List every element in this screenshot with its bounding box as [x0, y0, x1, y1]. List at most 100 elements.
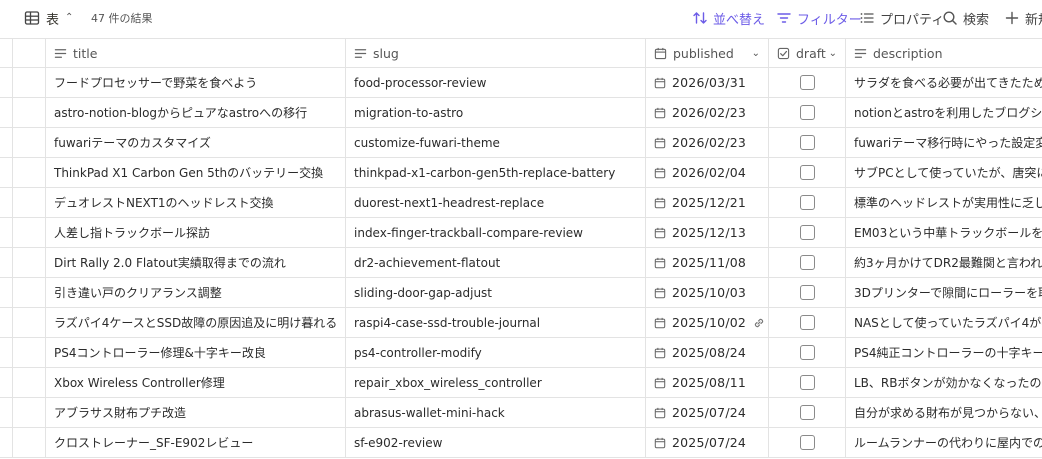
cell-slug[interactable]: food-processor-review [346, 68, 646, 97]
row-handle[interactable] [12, 98, 46, 127]
filter-button[interactable]: フィルター [776, 9, 862, 28]
cell-published[interactable]: 2026/02/23 [646, 128, 769, 157]
cell-slug[interactable]: ps4-controller-modify [346, 338, 646, 367]
cell-slug[interactable]: repair_xbox_wireless_controller [346, 368, 646, 397]
cell-published[interactable]: 2025/10/02 [646, 308, 769, 337]
cell-draft[interactable] [769, 98, 846, 127]
cell-title[interactable]: フードプロセッサーで野菜を食べよう [46, 68, 346, 97]
cell-description[interactable]: サラダを食べる必要が出てきたためフードプロセッサーを導入 [846, 68, 1042, 97]
view-switcher[interactable]: 表 ⌃ [24, 8, 73, 28]
cell-description[interactable]: PS4純正コントローラーの十字キーを3Dプリント [846, 338, 1042, 367]
cell-description[interactable]: NASとして使っていたラズパイ4が不調になった [846, 308, 1042, 337]
draft-checkbox[interactable] [800, 345, 815, 360]
table-row[interactable]: アブラサス財布プチ改造 abrasus-wallet-mini-hack 2025/… [0, 398, 1042, 428]
cell-title[interactable]: ラズパイ4ケースとSSD故障の原因追及に明け暮れる [46, 308, 346, 337]
cell-description[interactable]: fuwariテーマ移行時にやった設定変更 [846, 128, 1042, 157]
cell-draft[interactable] [769, 248, 846, 277]
column-header-slug[interactable]: slug [346, 39, 646, 68]
table-row[interactable]: フードプロセッサーで野菜を食べよう food-processor-review 20… [0, 68, 1042, 98]
cell-draft[interactable] [769, 128, 846, 157]
cell-draft[interactable] [769, 188, 846, 217]
cell-description[interactable]: 約3ヶ月かけてDR2最難関と言われる実績を取得 [846, 248, 1042, 277]
cell-draft[interactable] [769, 368, 846, 397]
cell-published[interactable]: 2025/12/21 [646, 188, 769, 217]
cell-draft[interactable] [769, 218, 846, 247]
cell-published[interactable]: 2025/12/13 [646, 218, 769, 247]
column-header-description[interactable]: description [846, 39, 1042, 68]
cell-published[interactable]: 2026/03/31 [646, 68, 769, 97]
cell-draft[interactable] [769, 278, 846, 307]
table-row[interactable]: PS4コントローラー修理&十字キー改良 ps4-controller-modify… [0, 338, 1042, 368]
properties-button[interactable]: プロパティ [859, 9, 944, 28]
row-handle[interactable] [12, 368, 46, 397]
row-handle[interactable] [12, 248, 46, 277]
chevron-down-icon[interactable]: ⌄ [829, 48, 837, 59]
draft-checkbox[interactable] [800, 315, 815, 330]
draft-checkbox[interactable] [800, 135, 815, 150]
table-row[interactable]: ラズパイ4ケースとSSD故障の原因追及に明け暮れる raspi4-case-ssd… [0, 308, 1042, 338]
table-row[interactable]: astro-notion-blogからピュアなastroへの移行 migratio… [0, 98, 1042, 128]
cell-slug[interactable]: sf-e902-review [346, 428, 646, 457]
row-handle[interactable] [12, 218, 46, 247]
cell-title[interactable]: Xbox Wireless Controller修理 [46, 368, 346, 397]
new-button[interactable]: 新規 [1004, 9, 1042, 28]
table-row[interactable]: クロストレーナー_SF-E902レビュー sf-e902-review 2025/0… [0, 428, 1042, 458]
link-icon[interactable] [752, 316, 766, 330]
cell-title[interactable]: 引き違い戸のクリアランス調整 [46, 278, 346, 307]
row-handle[interactable] [12, 398, 46, 427]
cell-description[interactable]: 標準のヘッドレストが実用性に乏しかったので交換 [846, 188, 1042, 217]
cell-slug[interactable]: customize-fuwari-theme [346, 128, 646, 157]
cell-title[interactable]: デュオレストNEXT1のヘッドレスト交換 [46, 188, 346, 217]
cell-draft[interactable] [769, 338, 846, 367]
cell-description[interactable]: LB、RBボタンが効かなくなったので修理 [846, 368, 1042, 397]
row-handle[interactable] [12, 308, 46, 337]
draft-checkbox[interactable] [800, 195, 815, 210]
sort-button[interactable]: 並べ替え [692, 9, 765, 28]
cell-published[interactable]: 2026/02/23 [646, 98, 769, 127]
cell-published[interactable]: 2026/02/04 [646, 158, 769, 187]
cell-description[interactable]: ルームランナーの代わりに屋内での有酸素運動 [846, 428, 1042, 457]
cell-published[interactable]: 2025/10/03 [646, 278, 769, 307]
cell-description[interactable]: サブPCとして使っていたが、唐突にバッテリーが [846, 158, 1042, 187]
cell-title[interactable]: PS4コントローラー修理&十字キー改良 [46, 338, 346, 367]
cell-draft[interactable] [769, 68, 846, 97]
cell-description[interactable]: 3Dプリンターで隙間にローラーを取り付けた [846, 278, 1042, 307]
cell-published[interactable]: 2025/08/11 [646, 368, 769, 397]
table-row[interactable]: 引き違い戸のクリアランス調整 sliding-door-gap-adjust 202… [0, 278, 1042, 308]
cell-title[interactable]: astro-notion-blogからピュアなastroへの移行 [46, 98, 346, 127]
cell-published[interactable]: 2025/07/24 [646, 428, 769, 457]
cell-slug[interactable]: raspi4-case-ssd-trouble-journal [346, 308, 646, 337]
cell-draft[interactable] [769, 308, 846, 337]
cell-slug[interactable]: migration-to-astro [346, 98, 646, 127]
cell-title[interactable]: アブラサス財布プチ改造 [46, 398, 346, 427]
chevron-down-icon[interactable]: ⌄ [752, 48, 760, 59]
cell-slug[interactable]: abrasus-wallet-mini-hack [346, 398, 646, 427]
row-handle[interactable] [12, 158, 46, 187]
cell-draft[interactable] [769, 428, 846, 457]
table-row[interactable]: ThinkPad X1 Carbon Gen 5thのバッテリー交換 thinkp… [0, 158, 1042, 188]
cell-published[interactable]: 2025/08/24 [646, 338, 769, 367]
cell-draft[interactable] [769, 158, 846, 187]
cell-slug[interactable]: sliding-door-gap-adjust [346, 278, 646, 307]
cell-title[interactable]: Dirt Rally 2.0 Flatout実績取得までの流れ [46, 248, 346, 277]
draft-checkbox[interactable] [800, 225, 815, 240]
draft-checkbox[interactable] [800, 165, 815, 180]
draft-checkbox[interactable] [800, 75, 815, 90]
draft-checkbox[interactable] [800, 435, 815, 450]
cell-description[interactable]: EM03という中華トラックボールを購入したので比較 [846, 218, 1042, 247]
search-button[interactable]: 検索 [942, 9, 989, 28]
table-row[interactable]: デュオレストNEXT1のヘッドレスト交換 duorest-next1-headre… [0, 188, 1042, 218]
cell-published[interactable]: 2025/07/24 [646, 398, 769, 427]
table-row[interactable]: fuwariテーマのカスタマイズ customize-fuwari-theme 20… [0, 128, 1042, 158]
cell-title[interactable]: 人差し指トラックボール探訪 [46, 218, 346, 247]
table-row[interactable]: Dirt Rally 2.0 Flatout実績取得までの流れ dr2-achie… [0, 248, 1042, 278]
row-handle[interactable] [12, 128, 46, 157]
table-row[interactable]: Xbox Wireless Controller修理 repair_xbox_wi… [0, 368, 1042, 398]
column-header-published[interactable]: published ⌄ [646, 39, 769, 68]
cell-description[interactable]: notionとastroを利用したブログシステムから移行 [846, 98, 1042, 127]
cell-title[interactable]: fuwariテーマのカスタマイズ [46, 128, 346, 157]
row-handle[interactable] [12, 338, 46, 367]
cell-title[interactable]: ThinkPad X1 Carbon Gen 5thのバッテリー交換 [46, 158, 346, 187]
cell-slug[interactable]: duorest-next1-headrest-replace [346, 188, 646, 217]
column-header-draft[interactable]: draft ⌄ [769, 39, 846, 68]
